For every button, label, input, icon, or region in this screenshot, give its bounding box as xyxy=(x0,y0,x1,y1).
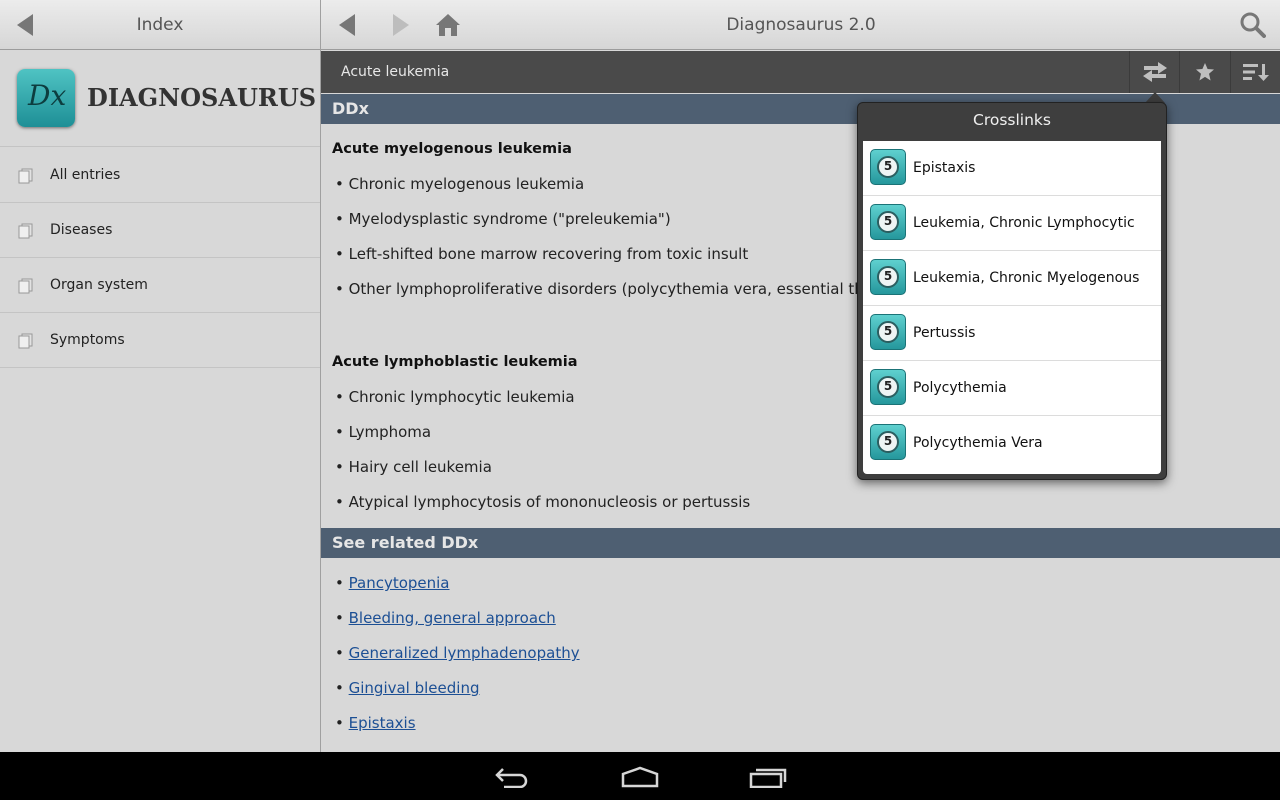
related-item: • Pancytopenia xyxy=(335,574,450,592)
sort-button[interactable] xyxy=(1230,51,1280,93)
related-item: • Epistaxis xyxy=(335,714,416,732)
ddx-item: • Left-shifted bone marrow recovering fr… xyxy=(335,245,749,263)
popover-title: Crosslinks xyxy=(973,111,1051,129)
crosslink-item-epistaxis[interactable]: 5 Epistaxis xyxy=(863,141,1161,196)
related-item: • Gingival bleeding xyxy=(335,679,479,697)
system-navigation-bar xyxy=(0,752,1280,800)
stopwatch-number: 5 xyxy=(883,324,893,338)
stopwatch-number: 5 xyxy=(883,269,893,283)
stopwatch-icon: 5 xyxy=(870,149,906,185)
related-link-pancytopenia[interactable]: Pancytopenia xyxy=(349,574,450,592)
crosslinks-button[interactable] xyxy=(1129,51,1179,93)
crosslink-label: Leukemia, Chronic Lymphocytic xyxy=(913,215,1135,231)
bullet-mark: • xyxy=(335,609,349,627)
stopwatch-icon: 5 xyxy=(870,259,906,295)
index-pane: Index Dx DIAGNOSAURUS All entries Diseas… xyxy=(0,0,320,752)
system-home-icon xyxy=(621,766,659,788)
crosslink-item-cll[interactable]: 5 Leukemia, Chronic Lymphocytic xyxy=(863,196,1161,251)
ddx-item: • Other lymphoproliferative disorders (p… xyxy=(335,280,894,298)
swap-arrows-icon xyxy=(1142,62,1167,82)
stopwatch-number: 5 xyxy=(883,214,893,228)
stopwatch-icon: 5 xyxy=(870,424,906,460)
stopwatch-icon: 5 xyxy=(870,204,906,240)
nav-item-label: Diseases xyxy=(50,222,113,238)
bullet-mark: • xyxy=(335,574,349,592)
crosslink-label: Leukemia, Chronic Myelogenous xyxy=(913,270,1140,286)
ddx-item: • Atypical lymphocytosis of mononucleosi… xyxy=(335,493,751,511)
stopwatch-number: 5 xyxy=(883,434,893,448)
favorite-button[interactable] xyxy=(1179,51,1229,93)
search-button[interactable] xyxy=(1237,10,1269,40)
related-link-gingival-bleeding[interactable]: Gingival bleeding xyxy=(349,679,480,697)
entry-title: Acute leukemia xyxy=(341,64,450,80)
ddx-group-title: Acute lymphoblastic leukemia xyxy=(332,354,578,370)
app-title: Diagnosaurus 2.0 xyxy=(726,15,876,35)
crosslink-item-pertussis[interactable]: 5 Pertussis xyxy=(863,306,1161,361)
bullet-mark: • xyxy=(335,644,349,662)
related-link-lymphadenopathy[interactable]: Generalized lymphadenopathy xyxy=(349,644,580,662)
ddx-item: • Hairy cell leukemia xyxy=(335,458,492,476)
document-icon xyxy=(18,168,33,184)
nav-item-diseases[interactable]: Diseases xyxy=(0,203,320,258)
stopwatch-icon: 5 xyxy=(870,314,906,350)
entry-title-bar: Acute leukemia xyxy=(321,51,1280,93)
brand-header: Dx DIAGNOSAURUS xyxy=(0,51,320,147)
index-header: Index xyxy=(0,0,320,50)
crosslink-label: Polycythemia Vera xyxy=(913,435,1043,451)
ddx-group-title: Acute myelogenous leukemia xyxy=(332,141,572,157)
nav-item-organ-system[interactable]: Organ system xyxy=(0,258,320,313)
system-home-button[interactable] xyxy=(620,762,660,792)
system-recents-button[interactable] xyxy=(748,762,788,792)
related-section-header: See related DDx xyxy=(321,528,1280,558)
star-icon xyxy=(1195,63,1214,81)
search-icon xyxy=(1240,12,1266,38)
system-back-icon xyxy=(495,768,528,788)
ddx-section-title: DDx xyxy=(332,99,369,118)
nav-item-symptoms[interactable]: Symptoms xyxy=(0,313,320,368)
document-icon xyxy=(18,278,33,294)
crosslink-item-polycythemia[interactable]: 5 Polycythemia xyxy=(863,361,1161,416)
crosslink-label: Polycythemia xyxy=(913,380,1007,396)
crosslink-item-polycythemia-vera[interactable]: 5 Polycythemia Vera xyxy=(863,416,1161,471)
nav-item-label: All entries xyxy=(50,167,121,183)
crosslinks-popover: Crosslinks 5 Epistaxis 5 Leukemia, Chron… xyxy=(857,102,1167,480)
stopwatch-number: 5 xyxy=(883,159,893,173)
document-icon xyxy=(18,333,33,349)
related-item: • Generalized lymphadenopathy xyxy=(335,644,580,662)
nav-item-label: Organ system xyxy=(50,277,148,293)
related-link-bleeding[interactable]: Bleeding, general approach xyxy=(349,609,556,627)
crosslinks-list: 5 Epistaxis 5 Leukemia, Chronic Lymphocy… xyxy=(863,141,1161,474)
nav-item-all-entries[interactable]: All entries xyxy=(0,148,320,203)
ddx-item: • Lymphoma xyxy=(335,423,432,441)
app-logo-text: Dx xyxy=(28,79,67,112)
sort-list-icon xyxy=(1242,64,1269,81)
system-back-button[interactable] xyxy=(492,762,532,792)
stopwatch-number: 5 xyxy=(883,379,893,393)
ddx-item: • Chronic lymphocytic leukemia xyxy=(335,388,575,406)
document-icon xyxy=(18,223,33,239)
main-header: Diagnosaurus 2.0 xyxy=(321,0,1280,50)
app-logo: Dx xyxy=(17,69,75,127)
system-recents-icon xyxy=(749,768,787,788)
bullet-mark: • xyxy=(335,679,349,697)
stopwatch-icon: 5 xyxy=(870,369,906,405)
ddx-item: • Chronic myelogenous leukemia xyxy=(335,175,585,193)
app-name: DIAGNOSAURUS xyxy=(87,83,317,112)
crosslink-item-cml[interactable]: 5 Leukemia, Chronic Myelogenous xyxy=(863,251,1161,306)
related-item: • Bleeding, general approach xyxy=(335,609,556,627)
bullet-mark: • xyxy=(335,714,349,732)
related-link-epistaxis[interactable]: Epistaxis xyxy=(349,714,416,732)
nav-item-label: Symptoms xyxy=(50,332,125,348)
crosslink-label: Epistaxis xyxy=(913,160,976,176)
related-section-title: See related DDx xyxy=(332,533,479,552)
crosslink-label: Pertussis xyxy=(913,325,976,341)
ddx-item: • Myelodysplastic syndrome ("preleukemia… xyxy=(335,210,671,228)
index-title: Index xyxy=(136,15,184,35)
